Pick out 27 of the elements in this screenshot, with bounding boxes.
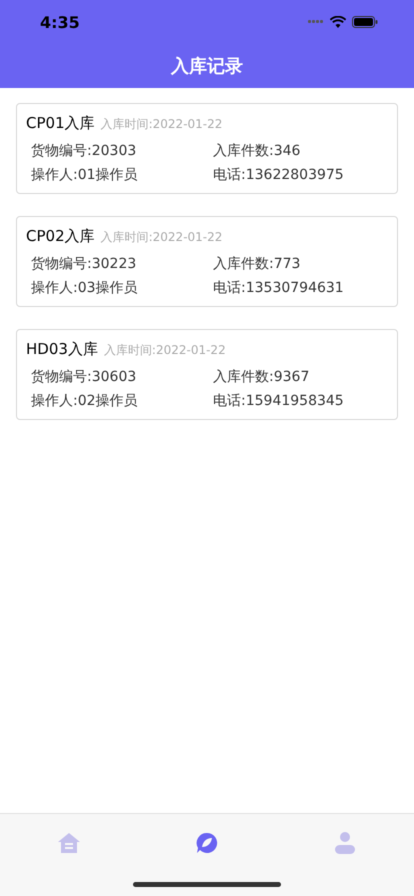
operator: 操作人:01操作员 <box>31 166 139 184</box>
phone-number: 电话:13622803975 <box>213 166 345 184</box>
operator: 操作人:02操作员 <box>31 392 139 410</box>
tab-button[interactable] <box>194 830 220 856</box>
page-title: 入库记录 <box>171 55 243 78</box>
record-time: 入库时间:2022-01-22 <box>104 342 226 359</box>
signal-icon <box>308 20 324 24</box>
wifi-icon <box>330 16 346 28</box>
battery-icon <box>352 16 378 28</box>
goods-number: 货物编号:20303 <box>31 142 138 160</box>
goods-number: 货物编号:30603 <box>31 368 138 386</box>
item-count: 入库件数:346 <box>213 142 302 160</box>
item-count: 入库件数:773 <box>213 255 302 273</box>
record-title: CP02入库 <box>26 227 95 246</box>
record-time: 入库时间:2022-01-22 <box>100 229 222 246</box>
home-icon <box>57 832 81 854</box>
phone-number: 电话:13530794631 <box>213 279 345 297</box>
record-title: HD03入库 <box>26 340 98 359</box>
item-count: 入库件数:9367 <box>213 368 310 386</box>
phone-number: 电话:15941958345 <box>213 392 345 410</box>
record-title: CP01入库 <box>26 114 95 133</box>
person-icon <box>334 831 356 855</box>
record-time: 入库时间:2022-01-22 <box>100 116 222 133</box>
leaf-bubble-icon <box>195 831 219 855</box>
goods-number: 货物编号:30223 <box>31 255 138 273</box>
status-time: 4:35 <box>40 12 80 32</box>
operator: 操作人:03操作员 <box>31 279 139 297</box>
